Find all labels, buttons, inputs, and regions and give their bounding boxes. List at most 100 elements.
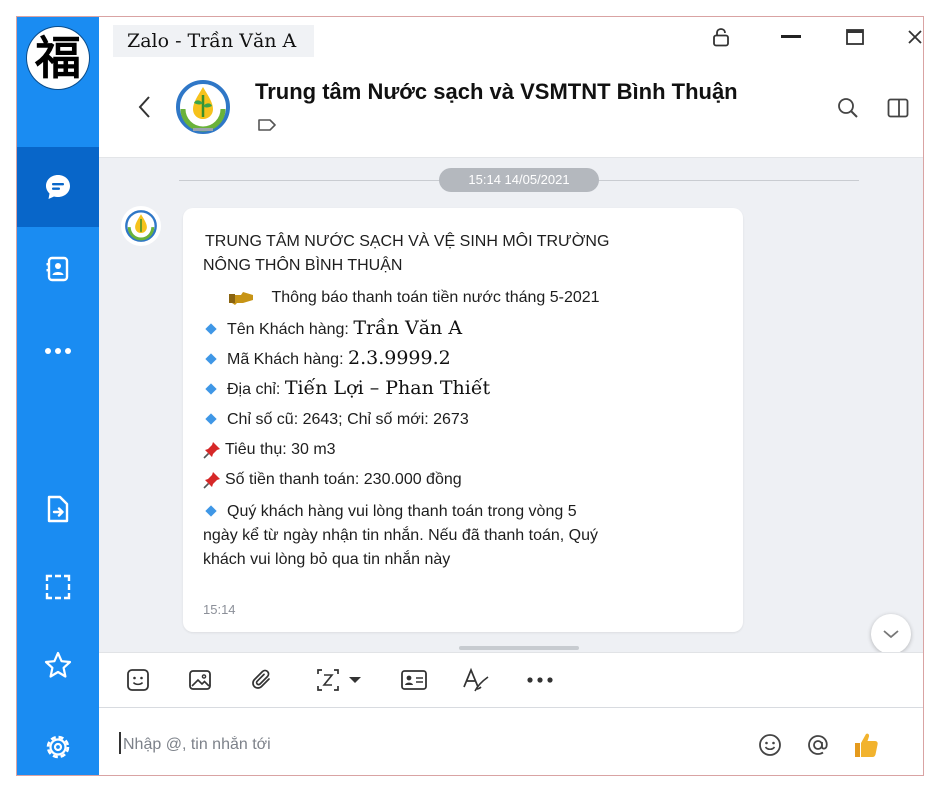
close-button[interactable] xyxy=(889,17,923,57)
sticker-button[interactable] xyxy=(121,664,155,696)
customer-code-value: 2.3.9999.2 xyxy=(347,347,451,369)
image-icon xyxy=(189,670,211,690)
screenshot-dropdown-icon xyxy=(317,669,361,691)
search-icon xyxy=(838,98,858,118)
minimize-button[interactable] xyxy=(765,17,817,57)
composer-bar xyxy=(99,707,923,775)
pointing-hand-icon xyxy=(229,291,253,305)
image-button[interactable] xyxy=(183,664,217,696)
closing-line-1: Quý khách hàng vui lòng thanh toán trong… xyxy=(227,503,577,520)
scroll-to-bottom-button[interactable] xyxy=(871,614,911,652)
sidebar-item-files[interactable] xyxy=(17,469,99,549)
text-format-icon xyxy=(463,667,489,692)
file-transfer-icon xyxy=(47,495,69,523)
customer-name-row: Tên Khách hàng: Trần Văn A xyxy=(203,318,462,340)
window-titlebar: Zalo - Trần Văn A xyxy=(99,17,923,57)
chevron-left-icon xyxy=(138,96,150,118)
at-sign-icon xyxy=(808,735,828,755)
sticker-icon xyxy=(127,669,149,691)
water-drop-logo-icon xyxy=(176,80,230,134)
maximize-icon xyxy=(846,29,864,45)
sidebar-item-contacts[interactable] xyxy=(17,229,99,309)
text-format-button[interactable] xyxy=(459,664,493,696)
customer-code-row: Mã Khách hàng: 2.3.9999.2 xyxy=(203,348,451,370)
main-panel: Zalo - Trần Văn A Trung tâm Nước sạch và… xyxy=(99,17,923,775)
sidebar-item-screenshot[interactable] xyxy=(17,547,99,627)
lock-button[interactable] xyxy=(695,17,747,57)
search-button[interactable] xyxy=(831,91,865,125)
avatar-glyph: 福 xyxy=(35,31,81,85)
label-tag-button[interactable] xyxy=(257,117,277,136)
pushpin-icon xyxy=(203,441,220,459)
bullet-diamond-icon xyxy=(205,323,217,335)
sidebar-item-settings[interactable] xyxy=(17,707,99,775)
emoji-icon xyxy=(759,734,781,756)
meter-row: Chỉ số cũ: 2643; Chỉ số mới: 2673 xyxy=(203,410,469,430)
sidebar-item-starred[interactable] xyxy=(17,625,99,705)
gear-icon xyxy=(46,735,70,759)
address-row: Địa chỉ: Tiến Lợi – Phan Thiết xyxy=(203,378,490,400)
amount-row: Số tiền thanh toán: 230.000 đồng xyxy=(203,470,462,490)
screen-capture-icon xyxy=(45,574,71,600)
quick-like-button[interactable] xyxy=(849,728,883,762)
message-line-org: TRUNG TÂM NƯỚC SẠCH VÀ VỆ SINH MÔI TRƯỜN… xyxy=(205,233,610,250)
more-dots-icon xyxy=(527,677,553,683)
attachment-button[interactable] xyxy=(245,664,279,696)
contact-card-button[interactable] xyxy=(397,664,431,696)
next-message-peek xyxy=(459,646,579,650)
closing-row: Quý khách hàng vui lòng thanh toán trong… xyxy=(203,502,577,522)
emoji-button[interactable] xyxy=(753,728,787,762)
sidebar: 福 xyxy=(17,17,99,775)
more-dots-icon xyxy=(45,348,71,354)
chat-area[interactable]: 15:14 14/05/2021 TRUNG TÂM NƯỚC SẠCH VÀ … xyxy=(99,158,923,652)
sidebar-item-messages[interactable] xyxy=(17,147,99,227)
message-notice-line: Thông báo thanh toán tiền nước tháng 5-2… xyxy=(227,288,600,308)
water-drop-logo-icon xyxy=(125,210,157,242)
message-input[interactable] xyxy=(121,732,625,758)
conversation-header: Trung tâm Nước sạch và VSMTNT Bình Thuận xyxy=(99,57,923,158)
maximize-button[interactable] xyxy=(829,17,881,57)
message-bubble[interactable]: TRUNG TÂM NƯỚC SẠCH VÀ VỆ SINH MÔI TRƯỜN… xyxy=(183,208,743,632)
consumption: Tiêu thụ: 30 m3 xyxy=(225,441,336,458)
attachment-icon xyxy=(252,669,270,689)
more-tools-button[interactable] xyxy=(523,664,557,696)
closing-line-2: ngày kể từ ngày nhận tin nhắn. Nếu đã th… xyxy=(203,527,598,544)
window-title: Zalo - Trần Văn A xyxy=(113,25,315,57)
user-avatar[interactable]: 福 xyxy=(27,27,89,89)
address-value: Tiến Lợi – Phan Thiết xyxy=(284,377,491,399)
bullet-diamond-icon xyxy=(205,383,217,395)
conversation-title: Trung tâm Nước sạch và VSMTNT Bình Thuận xyxy=(255,79,738,104)
toggle-side-panel-button[interactable] xyxy=(881,91,915,125)
close-icon xyxy=(908,30,922,44)
mention-button[interactable] xyxy=(801,728,835,762)
payment-amount: Số tiền thanh toán: 230.000 đồng xyxy=(225,471,462,488)
customer-name-label: Tên Khách hàng: xyxy=(227,321,349,338)
back-button[interactable] xyxy=(129,89,159,125)
sidebar-item-more[interactable] xyxy=(17,311,99,391)
bullet-diamond-icon xyxy=(205,353,217,365)
thumbs-up-icon xyxy=(855,733,878,757)
tag-icon xyxy=(258,119,276,131)
date-divider: 15:14 14/05/2021 xyxy=(439,168,599,192)
minimize-icon xyxy=(781,35,801,38)
chevron-down-icon xyxy=(883,630,899,639)
sender-avatar[interactable] xyxy=(121,206,161,246)
chat-bubble-icon xyxy=(46,175,70,199)
message-line-org-2: NÔNG THÔN BÌNH THUẬN xyxy=(203,257,403,274)
app-window: 福 Zalo - Trần Văn A Trung tâm Nước sạch … xyxy=(16,16,924,776)
screenshot-dropdown-button[interactable] xyxy=(313,664,369,696)
customer-name-value: Trần Văn A xyxy=(353,317,463,339)
org-logo[interactable] xyxy=(169,73,237,141)
pushpin-icon xyxy=(203,471,220,489)
address-label: Địa chỉ: xyxy=(227,381,281,398)
consumption-row: Tiêu thụ: 30 m3 xyxy=(203,440,336,460)
contact-card-icon xyxy=(46,256,69,282)
star-icon xyxy=(44,651,72,678)
composer-toolbar xyxy=(99,652,923,707)
lock-icon xyxy=(713,28,729,47)
side-panel-icon xyxy=(887,98,909,118)
bullet-diamond-icon xyxy=(205,413,217,425)
contact-card-icon xyxy=(401,670,427,690)
closing-line-3: khách vui lòng bỏ qua tin nhắn này xyxy=(203,551,451,568)
message-time: 15:14 xyxy=(203,602,236,617)
